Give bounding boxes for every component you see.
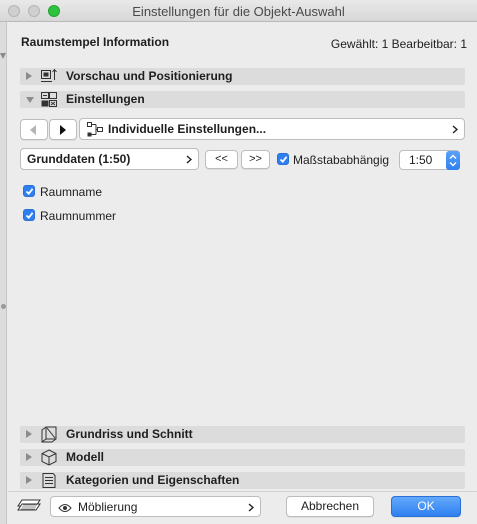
scale-dependent-label: Maßstababhängig (293, 153, 390, 167)
title-bar: Einstellungen für die Objekt-Auswahl (0, 0, 477, 22)
next-view-button[interactable]: >> (241, 150, 270, 169)
section-grundriss[interactable]: Grundriss und Schnitt (20, 426, 465, 443)
up-down-arrows-icon (449, 154, 457, 167)
scale-dependent-checkbox[interactable] (277, 153, 289, 165)
disclosure-right-icon (26, 453, 32, 461)
preview-position-icon (40, 68, 58, 85)
section-vorschau[interactable]: Vorschau und Positionierung (20, 68, 465, 85)
resize-handle-icon[interactable] (1, 304, 6, 309)
chevron-right-icon (452, 125, 458, 134)
option-raumname-checkbox[interactable] (23, 185, 35, 197)
arrow-right-icon (60, 125, 66, 135)
layers-icon (17, 497, 41, 516)
chevron-right-icon (186, 155, 192, 164)
cancel-button[interactable]: Abbrechen (286, 496, 374, 517)
layer-dropdown[interactable]: Möblierung (50, 496, 261, 517)
disclosure-down-icon (26, 97, 34, 103)
scale-value: 1:50 (409, 153, 433, 167)
scale-stepper[interactable] (446, 151, 460, 170)
checkmark-icon (279, 156, 288, 164)
section-einstellungen[interactable]: Einstellungen (20, 91, 465, 108)
arrow-left-icon (30, 125, 36, 135)
categories-list-icon (40, 472, 58, 489)
previous-button[interactable] (20, 119, 48, 140)
dialog-heading: Raumstempel Information (21, 35, 170, 49)
preset-label: Individuelle Einstellungen... (108, 122, 267, 136)
option-raumname-label: Raumname (40, 185, 103, 199)
disclosure-right-icon (26, 430, 32, 438)
footer-divider (8, 491, 477, 492)
option-raumnummer-label: Raumnummer (40, 209, 117, 223)
next-button[interactable] (49, 119, 77, 140)
eye-icon (58, 502, 72, 516)
option-raumnummer-checkbox[interactable] (23, 209, 35, 221)
settings-icon (40, 91, 58, 108)
section-label: Vorschau und Positionierung (66, 69, 233, 83)
ok-button[interactable]: OK (391, 496, 461, 517)
section-kategorien[interactable]: Kategorien und Eigenschaften (20, 472, 465, 489)
section-label: Kategorien und Eigenschaften (66, 473, 240, 487)
checkmark-icon (25, 212, 34, 220)
preset-dropdown[interactable]: Individuelle Einstellungen... (79, 118, 465, 140)
prev-view-button[interactable]: << (205, 150, 238, 169)
disclosure-right-icon (26, 476, 32, 484)
selection-count: Gewählt: 1 Bearbeitbar: 1 (330, 37, 467, 51)
chevron-right-icon (248, 503, 254, 512)
view-label: Grunddaten (1:50) (27, 152, 131, 166)
section-modell[interactable]: Modell (20, 449, 465, 466)
section-label: Grundriss und Schnitt (66, 427, 193, 441)
section-label: Modell (66, 450, 104, 464)
disclosure-right-icon (26, 72, 32, 80)
section-label: Einstellungen (66, 92, 145, 106)
left-edge-strip (0, 22, 7, 524)
layer-label: Möblierung (78, 500, 138, 514)
collapse-arrow-icon[interactable] (0, 53, 6, 59)
checkmark-icon (25, 188, 34, 196)
custom-settings-icon (87, 122, 103, 140)
window-title: Einstellungen für die Objekt-Auswahl (132, 4, 345, 19)
floorplan-section-icon (40, 426, 58, 443)
model-cube-icon (40, 449, 58, 466)
view-dropdown[interactable]: Grunddaten (1:50) (20, 148, 199, 170)
